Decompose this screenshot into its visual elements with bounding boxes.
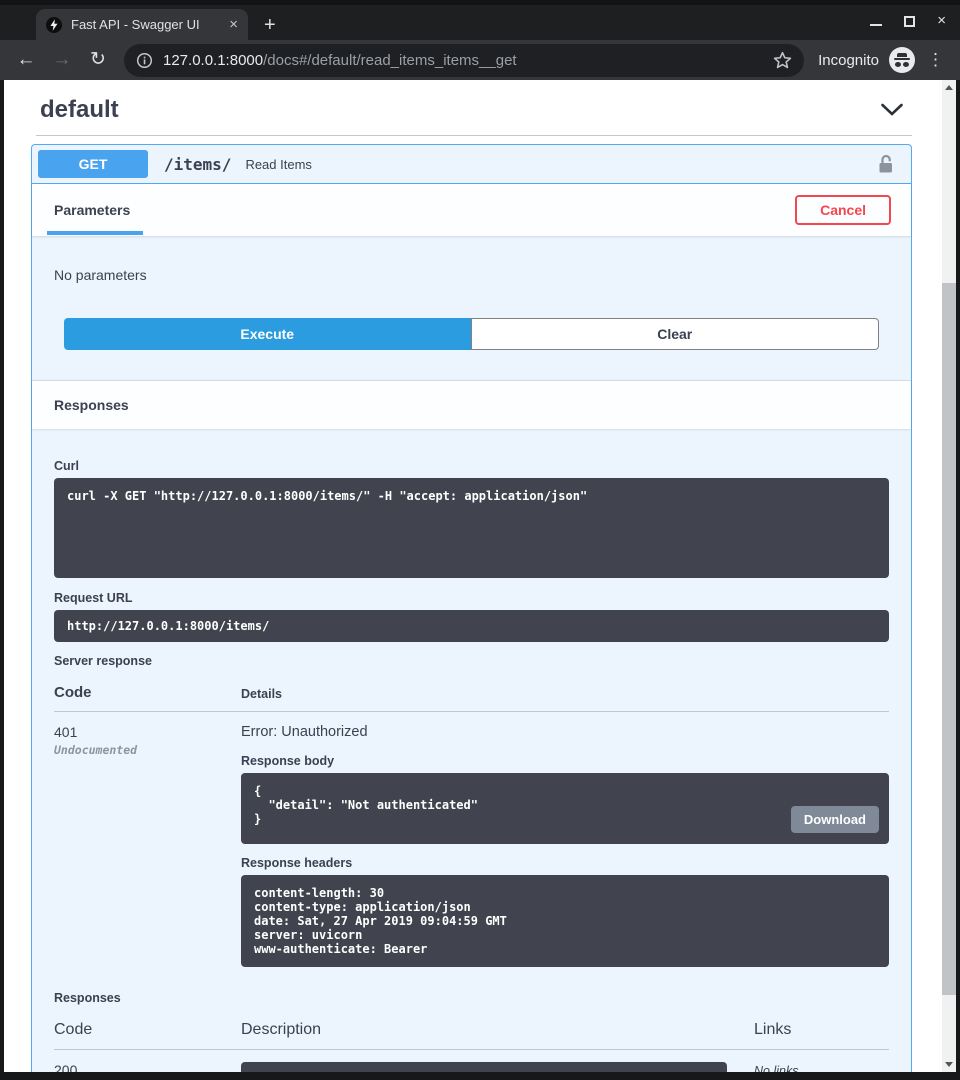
response-code: 200 — [54, 1062, 241, 1072]
browser-menu-icon[interactable]: ⋮ — [927, 50, 944, 70]
description-column-header: Description — [241, 1021, 754, 1039]
operation-summary[interactable]: GET /items/ Read Items — [32, 145, 911, 184]
code-column-header: Code — [54, 1021, 241, 1039]
request-url-block: http://127.0.0.1:8000/items/ — [54, 610, 889, 642]
http-method-badge: GET — [38, 150, 148, 178]
code-column-header: Code — [54, 684, 241, 701]
responses-table-header: Code Description Links — [54, 1021, 889, 1050]
response-body-label: Response body — [241, 754, 889, 768]
curl-command-block: curl -X GET "http://127.0.0.1:8000/items… — [54, 478, 889, 578]
responses-section-header: Responses — [32, 380, 911, 429]
tab-title: Fast API - Swagger UI — [71, 17, 223, 32]
table-row: 200 Successful Response No links — [54, 1050, 889, 1072]
collapse-chevron-icon[interactable] — [880, 103, 904, 117]
execute-button-group: Execute Clear — [64, 318, 879, 350]
new-tab-button[interactable]: + — [264, 13, 276, 37]
request-url-label: Request URL — [54, 591, 889, 605]
scroll-down-arrow-icon[interactable] — [942, 1057, 956, 1072]
back-button[interactable]: ← — [14, 49, 38, 71]
status-code: 401 — [54, 724, 241, 740]
fastapi-favicon-icon — [46, 17, 62, 33]
response-headers-label: Response headers — [241, 856, 889, 870]
url-host: 127.0.0.1:8000 — [163, 52, 263, 69]
browser-tab[interactable]: Fast API - Swagger UI × — [36, 9, 248, 40]
scroll-up-arrow-icon[interactable] — [942, 80, 956, 95]
details-column-header: Details — [241, 687, 889, 701]
close-window-button[interactable]: × — [937, 13, 946, 29]
server-response-table-header: Code Details — [54, 684, 889, 712]
browser-window: Fast API - Swagger UI × + × ← → ↻ 127.0.… — [0, 0, 960, 1080]
execute-button[interactable]: Execute — [64, 318, 471, 350]
links-column-header: Links — [754, 1021, 889, 1039]
error-title: Error: Unauthorized — [241, 724, 889, 740]
swagger-page: default GET /items/ Read Items Parameter… — [4, 80, 942, 1072]
tab-parameters[interactable]: Parameters — [54, 202, 130, 218]
responses-content: Curl curl -X GET "http://127.0.0.1:8000/… — [32, 429, 911, 1072]
incognito-label: Incognito — [818, 52, 879, 69]
cancel-button[interactable]: Cancel — [795, 195, 891, 225]
url-path: /docs#/default/read_items_items__get — [263, 52, 516, 69]
response-headers-block: content-length: 30 content-type: applica… — [241, 875, 889, 967]
maximize-button[interactable] — [904, 16, 915, 27]
minimize-button[interactable] — [870, 16, 882, 26]
page-info-icon[interactable] — [136, 52, 153, 69]
tag-section-header[interactable]: default — [36, 80, 912, 136]
tab-close-icon[interactable]: × — [229, 17, 238, 32]
parameters-header: Parameters Cancel — [32, 184, 911, 236]
incognito-icon — [889, 47, 915, 73]
tag-title[interactable]: default — [40, 96, 119, 124]
page-scrollbar[interactable] — [942, 80, 956, 1072]
operation-summary-text: Read Items — [245, 157, 311, 172]
clear-button[interactable]: Clear — [471, 318, 880, 350]
status-undocumented: Undocumented — [54, 743, 241, 757]
auth-unlock-icon[interactable] — [876, 152, 897, 176]
opblock-get-items: GET /items/ Read Items Parameters Cancel… — [31, 144, 912, 1072]
responses-table-label: Responses — [54, 991, 889, 1005]
browser-toolbar: ← → ↻ 127.0.0.1:8000/docs#/default/read_… — [0, 40, 960, 80]
server-response-row: 401 Undocumented Error: Unauthorized Res… — [54, 712, 889, 979]
operation-path: /items/ — [164, 155, 231, 174]
tab-strip: Fast API - Swagger UI × + × — [0, 0, 960, 40]
reload-button[interactable]: ↻ — [86, 49, 110, 71]
response-description-block: Successful Response — [241, 1062, 727, 1072]
forward-button[interactable]: → — [50, 49, 74, 71]
curl-label: Curl — [54, 459, 889, 473]
server-response-label: Server response — [54, 654, 889, 668]
download-button[interactable]: Download — [791, 806, 879, 833]
bookmark-star-icon[interactable] — [773, 51, 792, 70]
window-controls: × — [870, 13, 946, 29]
address-bar[interactable]: 127.0.0.1:8000/docs#/default/read_items_… — [124, 44, 804, 77]
scrollbar-thumb[interactable] — [942, 283, 956, 995]
response-links: No links — [754, 1062, 889, 1072]
no-parameters-text: No parameters — [32, 236, 911, 283]
